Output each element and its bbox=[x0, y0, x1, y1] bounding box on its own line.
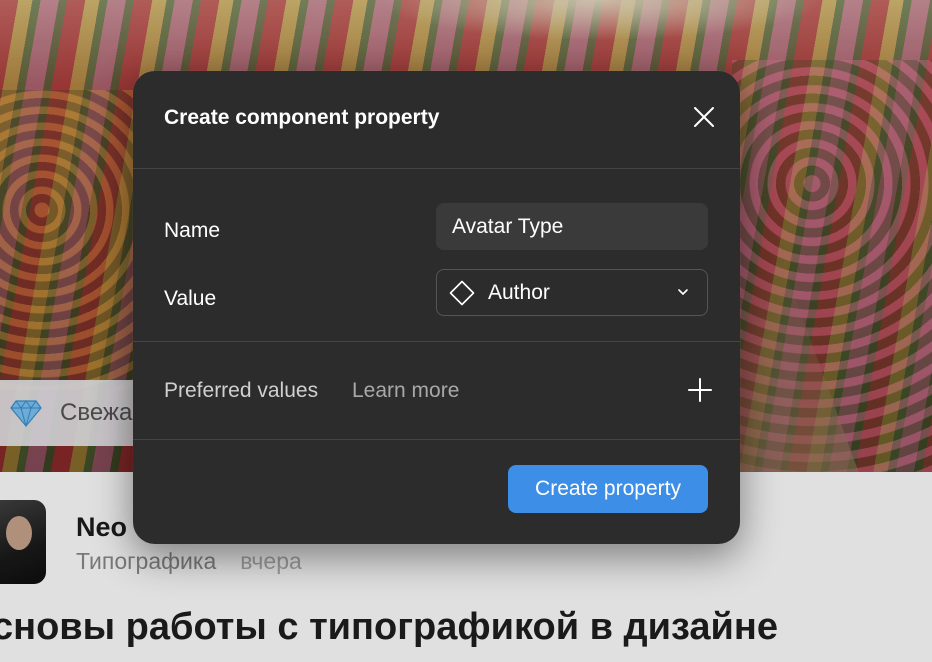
create-property-button[interactable]: Create property bbox=[508, 465, 708, 513]
name-label: Name bbox=[164, 219, 221, 242]
dialog-title: Create component property bbox=[164, 106, 440, 129]
dialog-header: Create component property bbox=[133, 71, 740, 169]
name-input[interactable] bbox=[436, 203, 708, 250]
divider bbox=[133, 439, 740, 440]
preferred-values-label: Preferred values bbox=[164, 379, 319, 402]
value-dropdown-selected: Author bbox=[488, 280, 550, 304]
value-dropdown[interactable]: Author bbox=[436, 269, 708, 316]
close-icon bbox=[693, 106, 715, 133]
close-button[interactable] bbox=[689, 104, 719, 134]
add-preferred-value-button[interactable] bbox=[686, 377, 714, 407]
create-component-property-dialog: Create component property Name Value Aut… bbox=[133, 71, 740, 544]
screen: Свежа Neo Типографика вчера сновы работы … bbox=[0, 0, 932, 662]
value-label: Value bbox=[164, 287, 217, 310]
plus-icon bbox=[688, 377, 712, 407]
divider bbox=[133, 341, 740, 342]
component-diamond-icon bbox=[448, 279, 476, 307]
chevron-down-icon bbox=[675, 284, 691, 300]
learn-more-link[interactable]: Learn more bbox=[352, 379, 459, 403]
